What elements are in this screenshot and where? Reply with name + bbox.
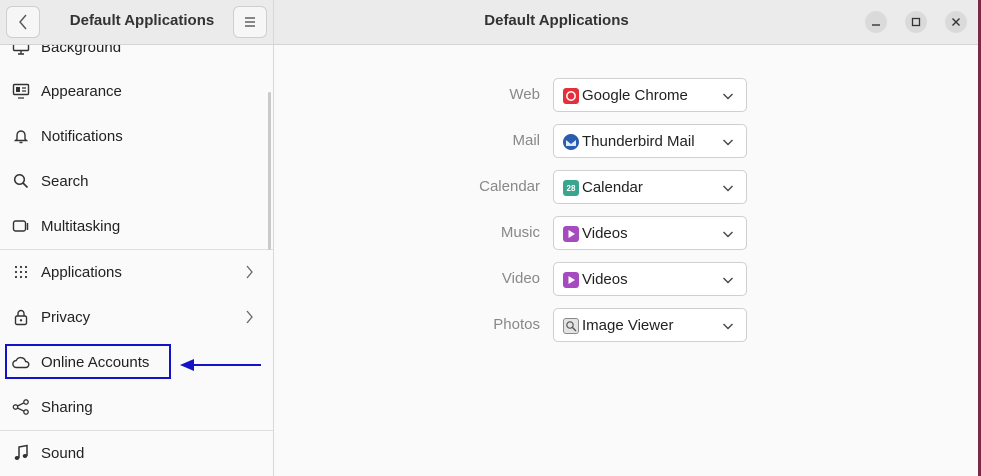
main-header: Default Applications xyxy=(274,0,978,45)
lock-icon xyxy=(11,307,31,327)
photos-dropdown[interactable]: Image Viewer xyxy=(553,308,747,342)
chevron-right-icon xyxy=(246,265,253,279)
sidebar-scrollbar[interactable] xyxy=(268,92,271,250)
photos-label: Photos xyxy=(493,316,540,333)
chevron-down-icon xyxy=(723,323,733,330)
sidebar-header: Default Applications xyxy=(0,0,273,45)
annotation-arrow-icon xyxy=(180,359,261,371)
grid-icon xyxy=(11,262,31,282)
share-icon xyxy=(11,397,31,417)
chevron-down-icon xyxy=(723,93,733,100)
sidebar-item-search[interactable]: Search xyxy=(0,159,273,203)
calendar-label: Calendar xyxy=(479,178,540,195)
chevron-down-icon xyxy=(723,185,733,192)
online-accounts-highlight-box xyxy=(5,344,171,379)
video-dropdown[interactable]: Videos xyxy=(553,262,747,296)
sidebar-item-label: Notifications xyxy=(41,127,123,145)
chevron-right-icon xyxy=(246,310,253,324)
minimize-icon xyxy=(872,24,880,26)
sidebar-item-notifications[interactable]: Notifications xyxy=(0,114,273,158)
sidebar-item-multitasking[interactable]: Multitasking xyxy=(0,204,273,248)
search-icon xyxy=(11,171,31,191)
sidebar-item-label: Applications xyxy=(41,263,122,281)
back-button[interactable] xyxy=(6,6,40,38)
sidebar-item-label: Privacy xyxy=(41,308,91,326)
web-dropdown-value: Google Chrome xyxy=(582,86,688,104)
calendar-dropdown-value: Calendar xyxy=(582,178,643,196)
music-note-icon xyxy=(11,443,31,463)
sidebar-item-label: Sharing xyxy=(41,398,93,416)
sidebar-list: Background Appearance Notifications Sear… xyxy=(0,45,273,476)
chrome-icon xyxy=(563,88,579,104)
multitasking-icon xyxy=(11,216,31,236)
sidebar-item-label: Sound xyxy=(41,444,85,462)
calendar-dropdown[interactable]: 28 Calendar xyxy=(553,170,747,204)
maximize-button[interactable] xyxy=(905,11,927,33)
sidebar-item-sharing[interactable]: Sharing xyxy=(0,385,273,429)
minimize-button[interactable] xyxy=(865,11,887,33)
sidebar-item-label: Search xyxy=(41,172,89,190)
sidebar-item-sound[interactable]: Sound xyxy=(0,431,273,475)
sidebar-item-background[interactable]: Background xyxy=(0,45,273,69)
menu-button[interactable] xyxy=(233,6,267,38)
sidebar-item-privacy[interactable]: Privacy xyxy=(0,295,273,339)
videos-icon xyxy=(563,226,579,242)
bell-icon xyxy=(11,126,31,146)
calendar-icon: 28 xyxy=(563,180,579,196)
maximize-icon xyxy=(911,17,921,27)
video-label: Video xyxy=(501,270,540,287)
music-dropdown-value: Videos xyxy=(582,224,628,242)
mail-label: Mail xyxy=(512,132,540,149)
hamburger-icon xyxy=(245,17,255,27)
music-dropdown[interactable]: Videos xyxy=(553,216,747,250)
close-icon xyxy=(952,18,960,26)
video-dropdown-value: Videos xyxy=(582,270,628,288)
chevron-left-icon xyxy=(19,14,27,30)
close-button[interactable] xyxy=(945,11,967,33)
image-viewer-icon xyxy=(563,318,579,334)
music-label: Music xyxy=(500,224,540,241)
sidebar-item-label: Appearance xyxy=(41,82,122,100)
page-title: Default Applications xyxy=(484,12,629,29)
sidebar-item-appearance[interactable]: Appearance xyxy=(0,69,273,113)
appearance-icon xyxy=(11,81,31,101)
chevron-down-icon xyxy=(723,139,733,146)
sidebar-item-label: Multitasking xyxy=(41,217,121,235)
mail-dropdown-value: Thunderbird Mail xyxy=(582,132,695,150)
web-dropdown[interactable]: Google Chrome xyxy=(553,78,747,112)
chevron-down-icon xyxy=(723,231,733,238)
mail-dropdown[interactable]: Thunderbird Mail xyxy=(553,124,747,158)
sidebar-item-label: Background xyxy=(41,45,122,56)
chevron-down-icon xyxy=(723,277,733,284)
web-label: Web xyxy=(509,86,540,103)
photos-dropdown-value: Image Viewer xyxy=(582,316,674,334)
thunderbird-icon xyxy=(563,134,579,150)
sidebar: Default Applications Background Appearan… xyxy=(0,0,274,476)
sidebar-item-applications[interactable]: Applications xyxy=(0,250,273,294)
monitor-icon xyxy=(11,45,31,57)
videos-icon xyxy=(563,272,579,288)
sidebar-title: Default Applications xyxy=(69,12,215,29)
